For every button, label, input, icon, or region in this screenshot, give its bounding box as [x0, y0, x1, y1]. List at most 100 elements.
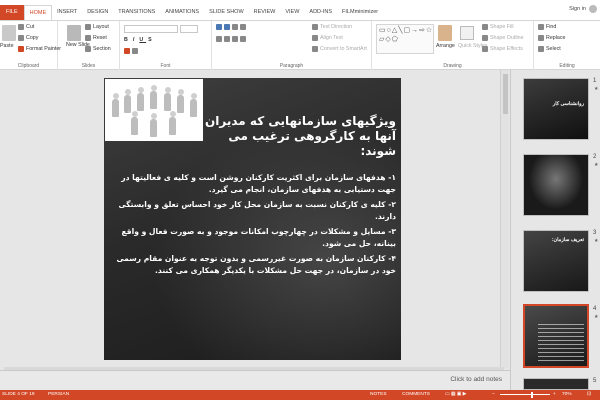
align-center-icon[interactable]: [224, 36, 230, 42]
tab-review[interactable]: REVIEW: [249, 5, 281, 20]
paint-bucket-icon: [482, 24, 488, 30]
shape-effects-button[interactable]: Shape Effects: [482, 46, 523, 52]
find-button[interactable]: Find: [538, 24, 556, 30]
tab-transitions[interactable]: TRANSITIONS: [113, 5, 160, 20]
tab-home[interactable]: HOME: [23, 5, 53, 20]
select-icon: [538, 46, 544, 52]
slide-thumbnail-4[interactable]: [523, 304, 589, 368]
bold-icon[interactable]: B: [124, 37, 131, 43]
slide-thumbnail-2[interactable]: [523, 154, 589, 216]
font-color-button[interactable]: [124, 48, 138, 54]
bullet-point: ۴- کارکنان سازمان به صورت غیررسمی و بدون…: [116, 254, 396, 275]
align-left-icon[interactable]: [216, 36, 222, 42]
ribbon-tab-bar: FILE HOME INSERT DESIGN TRANSITIONS ANIM…: [0, 0, 600, 20]
bullets-button[interactable]: [216, 24, 246, 30]
scroll-thumb[interactable]: [503, 74, 508, 114]
slide-thumbnail-pane: 1 ★ روانشناسی کار 2 ★ 3 ★ تعریف سازمان: …: [510, 70, 600, 390]
editor-vertical-scrollbar[interactable]: [500, 70, 509, 368]
notes-toggle[interactable]: NOTES: [370, 390, 387, 400]
font-name-select[interactable]: [124, 25, 178, 33]
shapes-gallery[interactable]: ▭○△╲▢→⇨☆⌒{}▱◇⬠: [376, 24, 434, 54]
font-format-buttons[interactable]: BIUS: [124, 37, 155, 43]
tab-animations[interactable]: ANIMATIONS: [160, 5, 204, 20]
account-avatar-icon[interactable]: [589, 5, 597, 13]
convert-smartart-button[interactable]: Convert to SmartArt: [312, 46, 367, 52]
slide-thumbnail-5[interactable]: [523, 378, 589, 390]
zoom-slider[interactable]: [500, 394, 550, 395]
thumbnail-number: 1: [593, 78, 597, 84]
sign-in-link[interactable]: Sign in: [569, 6, 586, 12]
tab-filmminimizer[interactable]: FILMminimizer: [337, 5, 383, 20]
transition-star-icon: ★: [594, 86, 599, 92]
pen-icon: [482, 35, 488, 41]
align-text-button[interactable]: Align Text: [312, 35, 343, 41]
tab-slide-show[interactable]: SLIDE SHOW: [204, 5, 249, 20]
reset-button[interactable]: Reset: [85, 35, 107, 41]
paste-icon[interactable]: [2, 25, 16, 41]
slide-title[interactable]: ویژگیهای سازمانهایی که مدیران آنها به کا…: [200, 114, 396, 159]
slides-group-label: Slides: [81, 63, 96, 69]
language-indicator[interactable]: PERSIAN: [48, 390, 69, 400]
thumbnail-number: 5: [593, 378, 597, 384]
notes-placeholder[interactable]: Click to add notes: [450, 376, 502, 383]
underline-icon[interactable]: U: [139, 37, 146, 43]
figure-body: [137, 93, 144, 111]
arrange-icon[interactable]: [438, 25, 452, 41]
figure-body: [177, 95, 184, 113]
section-button[interactable]: Section: [85, 46, 111, 52]
quick-styles-icon[interactable]: [460, 26, 474, 40]
section-icon: [85, 46, 91, 52]
fit-slide-icon[interactable]: ⊡: [587, 390, 591, 400]
text-direction-button[interactable]: Text Direction: [312, 24, 352, 30]
new-slide-icon[interactable]: [67, 25, 81, 41]
copy-button[interactable]: Copy: [18, 35, 38, 41]
tab-design[interactable]: DESIGN: [82, 5, 113, 20]
comments-toggle[interactable]: COMMENTS: [402, 390, 430, 400]
strikethrough-icon[interactable]: S: [148, 37, 155, 43]
paste-button[interactable]: Paste: [0, 43, 14, 49]
slide-thumbnail-1[interactable]: روانشناسی کار: [523, 78, 589, 140]
font-size-select[interactable]: [180, 25, 198, 33]
layout-button[interactable]: Layout: [85, 24, 109, 30]
tab-add-ins[interactable]: ADD-INS: [304, 5, 337, 20]
format-painter-button[interactable]: Format Painter: [18, 46, 61, 52]
effects-icon: [482, 46, 488, 52]
figure-body: [150, 91, 157, 109]
cut-button[interactable]: Cut: [18, 24, 34, 30]
shape-fill-button[interactable]: Shape Fill: [482, 24, 514, 30]
notes-pane[interactable]: Click to add notes: [0, 370, 510, 390]
figure-body: [169, 117, 176, 135]
zoom-slider-thumb[interactable]: [531, 392, 533, 398]
tab-file[interactable]: FILE: [0, 5, 24, 20]
indent-icon: [232, 24, 238, 30]
shape-outline-button[interactable]: Shape Outline: [482, 35, 524, 41]
italic-icon[interactable]: I: [133, 37, 137, 43]
slide-body[interactable]: ۱- هدفهای سازمان برای اکثریت کارکنان روش…: [112, 172, 396, 280]
transition-star-icon: ★: [594, 238, 599, 244]
select-button[interactable]: Select: [538, 46, 561, 52]
editing-group: Find Replace Select Editing: [534, 21, 600, 70]
zoom-in-icon[interactable]: +: [553, 390, 556, 400]
replace-button[interactable]: Replace: [538, 35, 565, 41]
view-buttons-icon[interactable]: ▭ ▦ ▣ ▶: [445, 390, 466, 400]
arrange-button[interactable]: Arrange: [436, 43, 455, 49]
zoom-level[interactable]: 70%: [562, 390, 572, 400]
drawing-group: ▭○△╲▢→⇨☆⌒{}▱◇⬠ Arrange Quick Styles Shap…: [372, 21, 534, 70]
current-slide[interactable]: ویژگیهای سازمانهایی که مدیران آنها به کا…: [104, 78, 401, 360]
teamwork-figures-image[interactable]: [105, 79, 203, 141]
slide-thumbnail-3[interactable]: تعریف سازمان:: [523, 230, 589, 292]
line-spacing-icon: [240, 24, 246, 30]
align-right-icon[interactable]: [232, 36, 238, 42]
thumbnail-title: تعریف سازمان:: [551, 237, 584, 243]
justify-icon[interactable]: [240, 36, 246, 42]
align-text-icon: [312, 35, 318, 41]
bullet-point: ۱- هدفهای سازمان برای اکثریت کارکنان روش…: [121, 173, 396, 194]
align-buttons[interactable]: [216, 36, 246, 42]
tab-view[interactable]: VIEW: [280, 5, 304, 20]
reset-icon: [85, 35, 91, 41]
figure-body: [131, 117, 138, 135]
thumbnail-number: 2: [593, 154, 597, 160]
bullets-icon: [216, 24, 222, 30]
tab-insert[interactable]: INSERT: [52, 5, 82, 20]
zoom-out-icon[interactable]: −: [492, 390, 495, 400]
